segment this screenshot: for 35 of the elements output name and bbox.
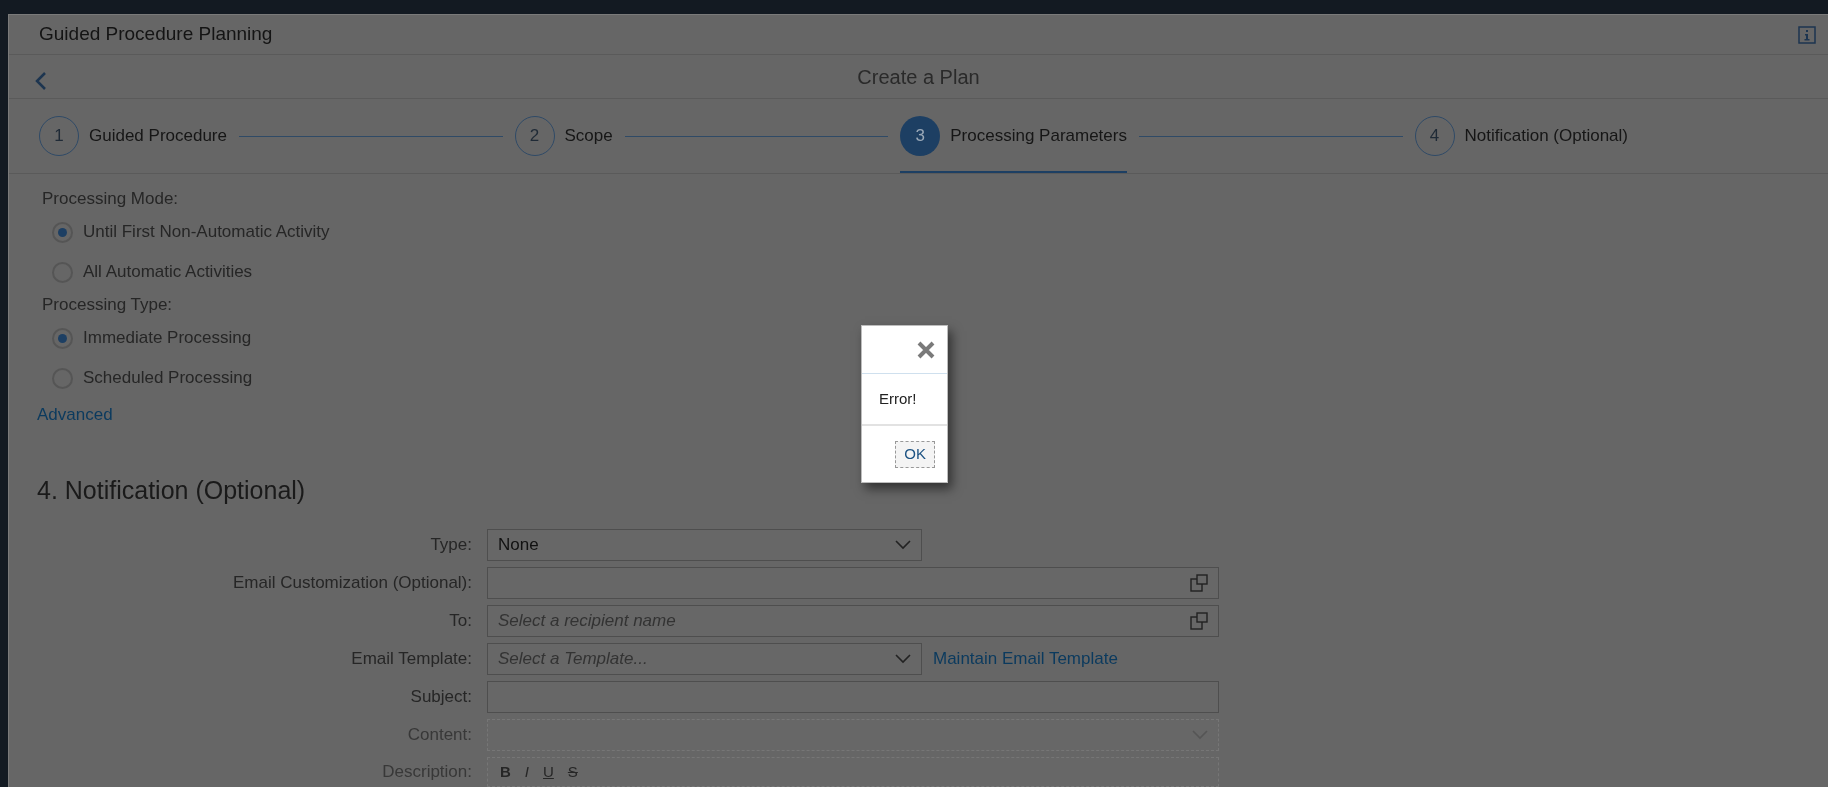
dropdown-icon[interactable]: [895, 540, 911, 550]
info-icon[interactable]: [1798, 25, 1816, 44]
section-heading: 4. Notification (Optional): [37, 474, 307, 506]
advanced-link[interactable]: Advanced: [37, 402, 113, 428]
value-help-icon[interactable]: [1190, 574, 1208, 592]
radio-button[interactable]: [52, 327, 73, 349]
error-message: Error!: [879, 388, 917, 409]
step-label[interactable]: Scope: [564, 123, 613, 149]
page-title: Create a Plan: [857, 64, 980, 90]
radio-label: Scheduled Processing: [83, 367, 253, 390]
window-title: Guided Procedure Planning: [39, 22, 273, 47]
radio-button[interactable]: [52, 221, 73, 243]
close-icon[interactable]: [917, 340, 935, 359]
step-label[interactable]: Notification (Optional): [1464, 123, 1628, 149]
dropdown-icon[interactable]: [895, 654, 911, 664]
field-label: Subject:: [409, 686, 472, 709]
radio-label: All Automatic Activities: [83, 261, 253, 284]
value-help-field[interactable]: [487, 567, 1219, 599]
dropdown-field[interactable]: None: [487, 529, 922, 561]
field-label: Email Customization (Optional):: [231, 572, 472, 595]
step-number[interactable]: 3: [900, 116, 941, 157]
step-label[interactable]: Guided Procedure: [89, 123, 227, 149]
step-label[interactable]: Processing Parameters: [950, 123, 1127, 149]
input-field[interactable]: [487, 681, 1219, 713]
radio-label: Until First Non-Automatic Activity: [83, 221, 330, 244]
ok-button[interactable]: OK: [895, 440, 935, 468]
field-label: Email Template:: [350, 648, 472, 671]
radio-label: Immediate Processing: [83, 327, 252, 350]
maintain-template-link[interactable]: Maintain Email Template: [933, 646, 1118, 672]
group-label: Processing Mode:: [42, 188, 180, 210]
field-label: To:: [448, 610, 472, 633]
field-label: Type:: [429, 534, 472, 557]
group-label: Processing Type:: [42, 294, 174, 316]
back-icon[interactable]: [35, 72, 47, 90]
value-help-icon[interactable]: [1190, 612, 1208, 630]
